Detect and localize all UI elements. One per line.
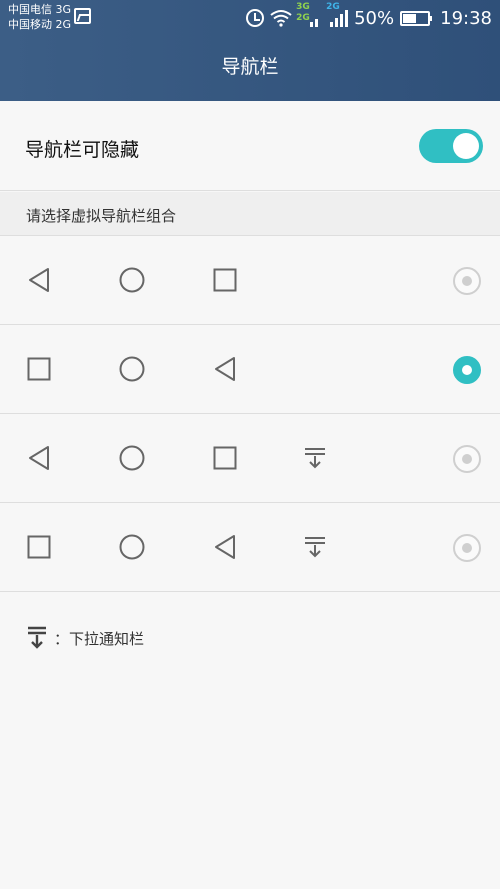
clock: 19:38 — [440, 7, 492, 29]
battery-percent: 50% — [354, 7, 395, 29]
back-icon — [215, 535, 235, 559]
signal-1-icon: 3G 2G — [296, 3, 320, 27]
hide-navbar-label: 导航栏可隐藏 — [25, 139, 140, 161]
signal-2-icon: 2G — [326, 3, 349, 27]
alarm-icon — [246, 9, 265, 27]
hide-navbar-toggle[interactable] — [419, 129, 483, 163]
home-icon — [119, 534, 145, 560]
page-title: 导航栏 — [221, 56, 279, 78]
legend: ：下拉通知栏 — [26, 624, 144, 652]
option-4-radio[interactable] — [453, 534, 481, 562]
home-icon — [119, 445, 145, 471]
toggle-knob — [453, 133, 479, 159]
section-header: 请选择虚拟导航栏组合 — [0, 192, 500, 236]
nav-combo-option-4[interactable] — [0, 503, 500, 592]
recent-icon — [27, 535, 51, 559]
network-tag-1-top: 3G — [296, 2, 310, 12]
image-notification-icon — [74, 8, 91, 24]
nav-combo-option-2[interactable] — [0, 325, 500, 414]
legend-text: ：下拉通知栏 — [54, 629, 145, 648]
nav-combo-option-3[interactable] — [0, 414, 500, 503]
notification-pull-icon — [305, 537, 325, 558]
battery-icon — [400, 10, 433, 26]
recent-icon — [213, 268, 237, 292]
top-app-bar: 中国电信 3G 中国移动 2G 3G 2G 2G 50% 19:38 导航栏 — [0, 0, 500, 101]
notification-pull-icon — [305, 448, 325, 469]
carrier-1: 中国电信 3G — [8, 3, 72, 16]
home-icon — [119, 356, 145, 382]
network-tag-1-bottom: 2G — [296, 13, 310, 23]
carrier-2: 中国移动 2G — [8, 18, 72, 31]
recent-icon — [27, 357, 51, 381]
home-icon — [119, 267, 145, 293]
section-title: 请选择虚拟导航栏组合 — [26, 207, 177, 225]
option-2-radio[interactable] — [453, 356, 481, 384]
back-icon — [215, 357, 235, 381]
network-tag-2: 2G — [326, 2, 340, 12]
notification-pull-icon — [28, 626, 46, 649]
back-icon — [29, 268, 49, 292]
option-1-radio[interactable] — [453, 267, 481, 295]
recent-icon — [213, 446, 237, 470]
back-icon — [29, 446, 49, 470]
wifi-icon — [270, 10, 292, 27]
nav-combo-option-1[interactable] — [0, 236, 500, 325]
status-bar: 中国电信 3G 中国移动 2G 3G 2G 2G 50% 19:38 — [0, 0, 500, 36]
carrier-info: 中国电信 3G 中国移动 2G — [8, 2, 71, 32]
option-3-radio[interactable] — [453, 445, 481, 473]
